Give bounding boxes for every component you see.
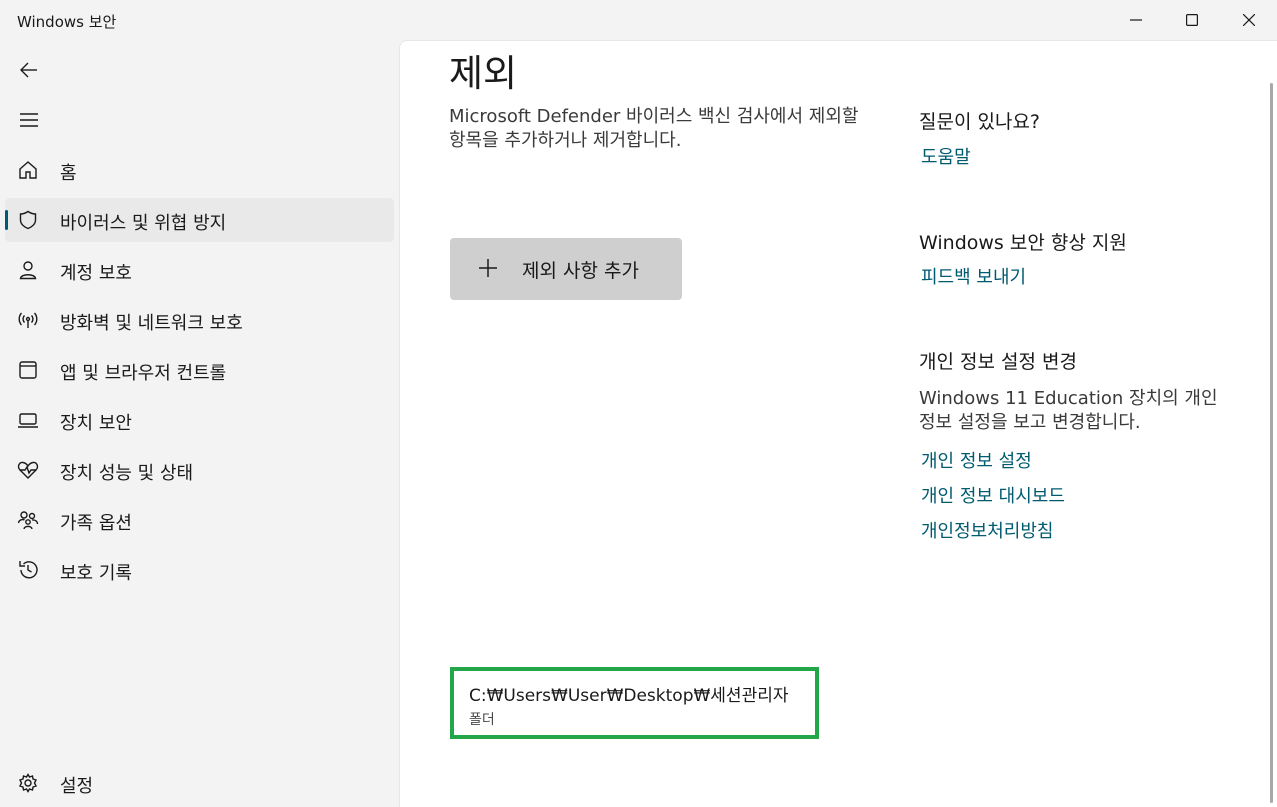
- sidebar-item-account-protection[interactable]: 계정 보호: [5, 248, 394, 292]
- privacy-dashboard-link[interactable]: 개인 정보 대시보드: [921, 482, 1065, 508]
- sidebar-item-home[interactable]: 홈: [5, 148, 394, 192]
- sidebar-item-firewall[interactable]: 방화벽 및 네트워크 보호: [5, 298, 394, 342]
- sidebar-item-label: 계정 보호: [60, 263, 132, 284]
- minimize-button[interactable]: [1108, 0, 1164, 40]
- hamburger-menu-icon: [20, 113, 38, 127]
- question-heading: 질문이 있나요?: [919, 111, 1041, 133]
- add-exclusion-label: 제외 사항 추가: [522, 260, 639, 282]
- sidebar-item-device-performance[interactable]: 장치 성능 및 상태: [5, 448, 394, 492]
- page-description: Microsoft Defender 바이러스 백신 검사에서 제외할 항목을 …: [449, 106, 859, 151]
- sidebar-item-app-browser-control[interactable]: 앱 및 브라우저 컨트롤: [5, 348, 394, 392]
- home-icon: [17, 159, 39, 181]
- related-links-panel: 질문이 있나요? 도움말 Windows 보안 향상 지원 피드백 보내기 개인…: [919, 41, 1259, 741]
- exclusion-type: 폴더: [469, 712, 495, 728]
- sidebar-item-label: 장치 성능 및 상태: [60, 463, 194, 484]
- heart-pulse-icon: [17, 459, 39, 481]
- sidebar-item-settings[interactable]: 설정: [5, 761, 394, 805]
- send-feedback-link[interactable]: 피드백 보내기: [921, 263, 1026, 289]
- close-icon: [1243, 14, 1255, 26]
- active-indicator: [5, 210, 8, 230]
- browser-window-icon: [17, 359, 39, 381]
- back-arrow-icon: [20, 62, 37, 78]
- page-title: 제외: [449, 52, 518, 95]
- privacy-description: Windows 11 Education 장치의 개인 정보 설정을 보고 변경…: [919, 388, 1218, 433]
- minimize-icon: [1130, 19, 1142, 21]
- sidebar-item-label: 홈: [60, 163, 77, 184]
- sidebar-item-label: 바이러스 및 위협 방지: [60, 213, 227, 234]
- sidebar-item-label: 앱 및 브라우저 컨트롤: [60, 363, 227, 384]
- maximize-button[interactable]: [1164, 0, 1220, 40]
- scrollbar[interactable]: [1270, 83, 1273, 803]
- maximize-icon: [1186, 14, 1198, 26]
- family-icon: [17, 509, 39, 531]
- gear-icon: [17, 772, 39, 794]
- sidebar-item-virus-protection[interactable]: 바이러스 및 위협 방지: [5, 198, 394, 242]
- privacy-settings-link[interactable]: 개인 정보 설정: [921, 447, 1032, 473]
- sidebar-item-protection-history[interactable]: 보호 기록: [5, 548, 394, 592]
- sidebar-item-family-options[interactable]: 가족 옵션: [5, 498, 394, 542]
- shield-icon: [17, 209, 39, 231]
- main-content: 제외 Microsoft Defender 바이러스 백신 검사에서 제외할 항…: [399, 40, 1277, 807]
- privacy-statement-link[interactable]: 개인정보처리방침: [921, 517, 1053, 543]
- laptop-icon: [17, 409, 39, 431]
- sidebar-item-label: 가족 옵션: [60, 513, 132, 534]
- history-icon: [17, 559, 39, 581]
- sidebar: 홈 바이러스 및 위협 방지 계정 보호 방화벽 및 네트워크 보호 앱 및 브…: [0, 40, 399, 807]
- close-button[interactable]: [1221, 0, 1277, 40]
- antenna-icon: [17, 309, 39, 331]
- exclusion-path: C:₩Users₩User₩Desktop₩세션관리자: [469, 686, 789, 706]
- add-exclusion-button[interactable]: 제외 사항 추가: [450, 238, 682, 300]
- improve-heading: Windows 보안 향상 지원: [919, 232, 1127, 254]
- help-link[interactable]: 도움말: [921, 143, 971, 169]
- person-icon: [17, 259, 39, 281]
- privacy-heading: 개인 정보 설정 변경: [919, 351, 1077, 373]
- plus-icon: [478, 258, 498, 282]
- exclusion-item[interactable]: C:₩Users₩User₩Desktop₩세션관리자 폴더: [450, 667, 819, 739]
- sidebar-item-label: 보호 기록: [60, 563, 132, 584]
- back-button[interactable]: [9, 50, 49, 90]
- menu-button[interactable]: [9, 100, 49, 140]
- sidebar-item-device-security[interactable]: 장치 보안: [5, 398, 394, 442]
- title-bar: Windows 보안: [0, 0, 1277, 40]
- sidebar-item-label: 설정: [60, 776, 94, 797]
- sidebar-item-label: 방화벽 및 네트워크 보호: [60, 313, 243, 334]
- app-title: Windows 보안: [17, 13, 117, 31]
- sidebar-item-label: 장치 보안: [60, 413, 132, 434]
